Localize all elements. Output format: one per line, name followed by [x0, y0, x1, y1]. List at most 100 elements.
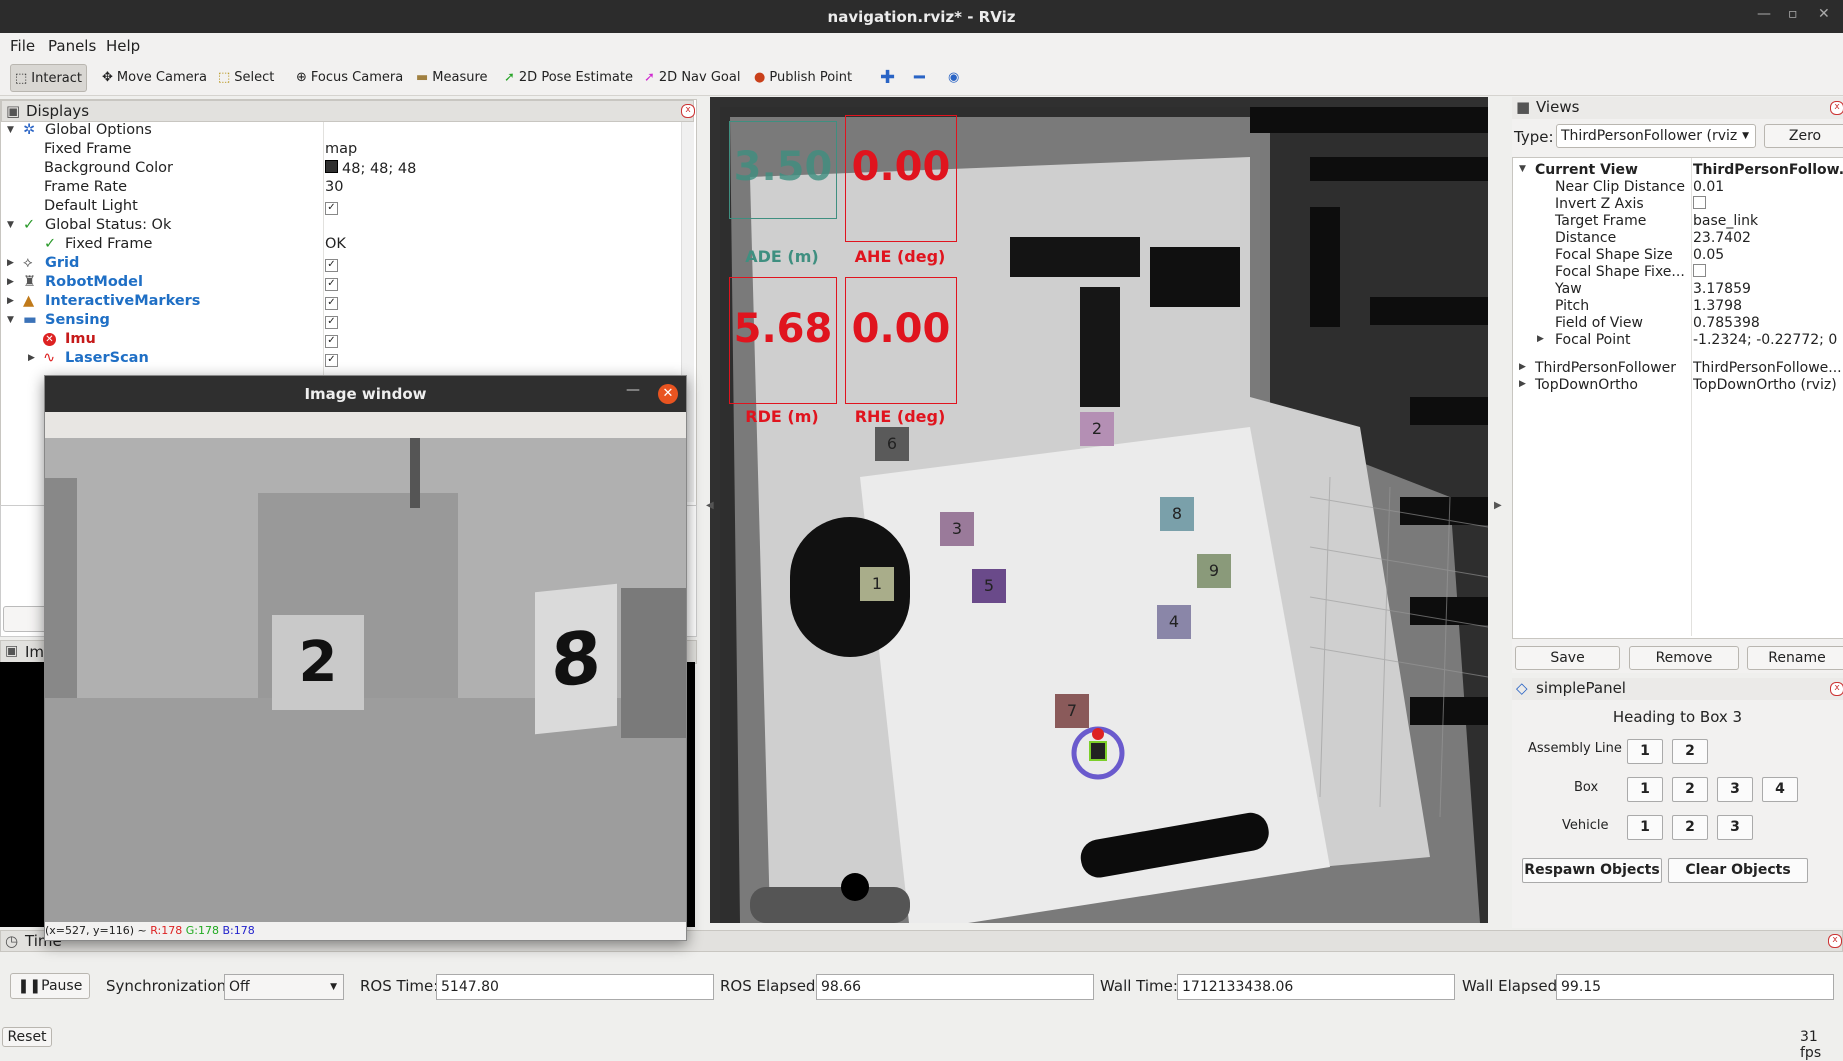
display-row-interactive-markers[interactable]: ▶ ▲ InteractiveMarkers ✓ — [1, 293, 691, 312]
display-row-grid[interactable]: ▶ ⟡ Grid ✓ — [1, 255, 691, 274]
view-property-checkbox[interactable] — [1693, 264, 1706, 277]
publish-point-button[interactable]: ● Publish Point — [750, 64, 856, 90]
clear-objects-button[interactable]: Clear Objects — [1668, 858, 1808, 883]
view-property-row[interactable]: Yaw 3.17859 — [1513, 281, 1843, 298]
interact-button[interactable]: ⬚ Interact — [10, 64, 88, 92]
assembly-line-1-button[interactable]: 1 — [1627, 739, 1663, 764]
add-tool-icon[interactable]: ✚ — [876, 64, 899, 90]
display-row-global-status[interactable]: ▼ ✓ Global Status: Ok — [1, 217, 691, 236]
reset-button[interactable]: Reset — [2, 1027, 52, 1047]
zero-button[interactable]: Zero — [1764, 124, 1843, 148]
view-property-value[interactable]: base_link — [1693, 213, 1843, 229]
sync-select[interactable]: Off ▼ — [224, 974, 344, 1000]
current-view-row[interactable]: ▼ Current View ThirdPersonFollow... — [1513, 162, 1843, 179]
view-property-row[interactable]: ▶ Focal Point -1.2324; -0.22772; 0 — [1513, 332, 1843, 349]
type-select[interactable]: ThirdPersonFollower (rviz ▼ — [1556, 124, 1756, 148]
map-box-9[interactable]: 9 — [1197, 554, 1231, 588]
view-property-row[interactable]: Focal Shape Size 0.05 — [1513, 247, 1843, 264]
select-button[interactable]: ⬚ Select — [214, 64, 278, 90]
measure-button[interactable]: ▬ Measure — [412, 64, 492, 90]
collapse-arrow-icon[interactable]: ▶ — [7, 296, 14, 306]
menu-help[interactable]: Help — [106, 37, 140, 55]
minimize-icon[interactable]: — — [1757, 6, 1771, 22]
view-property-value[interactable]: -1.2324; -0.22772; 0 — [1693, 332, 1843, 348]
eye-icon[interactable]: ◉ — [944, 64, 963, 90]
view-property-value[interactable]: 0.05 — [1693, 247, 1843, 263]
collapse-arrow-icon[interactable]: ▶ — [1519, 362, 1526, 372]
close-panel-icon[interactable]: x — [1830, 682, 1843, 696]
assembly-line-2-button[interactable]: 2 — [1672, 739, 1708, 764]
image-window-titlebar[interactable]: Image window — [45, 376, 686, 412]
map-box-1[interactable]: 1 — [860, 567, 894, 601]
display-row-status-fixed-frame[interactable]: ✓ Fixed Frame OK — [1, 236, 691, 255]
view-property-value[interactable]: 0.01 — [1693, 179, 1843, 195]
ros-time-field[interactable]: 5147.80 — [436, 974, 714, 1000]
display-row-fixed-frame[interactable]: Fixed Frame map — [1, 141, 691, 160]
focus-camera-button[interactable]: ⊕ Focus Camera — [292, 64, 407, 90]
frame-rate-value[interactable]: 30 — [325, 179, 343, 195]
display-row-imu[interactable]: ✕ Imu ✓ — [1, 331, 691, 350]
display-row-laser-scan[interactable]: ▶ ∿ LaserScan ✓ — [1, 350, 691, 369]
saved-view-row[interactable]: ▶ ThirdPersonFollower ThirdPersonFollowe… — [1513, 360, 1843, 377]
map-box-7[interactable]: 7 — [1055, 694, 1089, 728]
fixed-frame-value[interactable]: map — [325, 141, 357, 157]
expand-arrow-icon[interactable]: ▼ — [7, 220, 14, 230]
collapse-arrow-icon[interactable]: ▶ — [28, 353, 35, 363]
pause-button[interactable]: ❚❚Pause — [10, 973, 90, 999]
view-property-row[interactable]: Field of View 0.785398 — [1513, 315, 1843, 332]
view-property-value[interactable]: 3.17859 — [1693, 281, 1843, 297]
view-property-value[interactable]: 23.7402 — [1693, 230, 1843, 246]
close-icon[interactable]: ✕ — [658, 384, 678, 404]
imu-checkbox[interactable]: ✓ — [325, 335, 338, 348]
view-property-row[interactable]: Target Frame base_link — [1513, 213, 1843, 230]
display-row-frame-rate[interactable]: Frame Rate 30 — [1, 179, 691, 198]
vehicle-2-button[interactable]: 2 — [1672, 815, 1708, 840]
collapse-right-icon[interactable]: ▶ — [1494, 500, 1502, 511]
rename-button[interactable]: Rename — [1747, 646, 1843, 670]
respawn-objects-button[interactable]: Respawn Objects — [1522, 858, 1662, 883]
wall-elapsed-field[interactable]: 99.15 — [1556, 974, 1834, 1000]
map-box-2[interactable]: 2 — [1080, 412, 1114, 446]
remove-tool-icon[interactable]: ━ — [910, 64, 929, 90]
close-panel-icon[interactable]: x — [681, 104, 695, 118]
interactive-markers-checkbox[interactable]: ✓ — [325, 297, 338, 310]
saved-view-row[interactable]: ▶ TopDownOrtho TopDownOrtho (rviz) — [1513, 377, 1843, 394]
display-row-global-options[interactable]: ▼ ✲ Global Options — [1, 122, 691, 141]
grid-checkbox[interactable]: ✓ — [325, 259, 338, 272]
robot-model-checkbox[interactable]: ✓ — [325, 278, 338, 291]
image-window[interactable]: Image window — ✕ 2 8 (x=527, y=116) ~ R:… — [44, 375, 687, 941]
close-panel-icon[interactable]: x — [1830, 101, 1843, 115]
expand-arrow-icon[interactable]: ▼ — [7, 315, 14, 325]
view-property-value[interactable]: 0.785398 — [1693, 315, 1843, 331]
ros-elapsed-field[interactable]: 98.66 — [816, 974, 1094, 1000]
sensing-checkbox[interactable]: ✓ — [325, 316, 338, 329]
box-4-button[interactable]: 4 — [1762, 777, 1798, 802]
box-2-button[interactable]: 2 — [1672, 777, 1708, 802]
view-property-checkbox[interactable] — [1693, 196, 1706, 209]
default-light-checkbox[interactable]: ✓ — [325, 202, 338, 215]
map-box-5[interactable]: 5 — [972, 569, 1006, 603]
camera-image[interactable]: 2 8 — [45, 438, 686, 922]
close-panel-icon[interactable]: x — [1828, 934, 1842, 948]
remove-button[interactable]: Remove — [1629, 646, 1739, 670]
save-button[interactable]: Save — [1515, 646, 1620, 670]
nav-goal-button[interactable]: ➚ 2D Nav Goal — [640, 64, 744, 90]
box-3-button[interactable]: 3 — [1717, 777, 1753, 802]
view-property-row[interactable]: Distance 23.7402 — [1513, 230, 1843, 247]
expand-arrow-icon[interactable]: ▼ — [7, 125, 14, 135]
maximize-icon[interactable]: ▫ — [1788, 6, 1798, 22]
map-canvas[interactable] — [710, 97, 1488, 923]
display-row-background-color[interactable]: Background Color 48; 48; 48 — [1, 160, 691, 179]
collapse-left-icon[interactable]: ◀ — [706, 500, 714, 511]
collapse-arrow-icon[interactable]: ▶ — [1537, 334, 1544, 344]
menu-panels[interactable]: Panels — [48, 37, 96, 55]
display-row-sensing[interactable]: ▼ ▬ Sensing ✓ — [1, 312, 691, 331]
background-color-value[interactable]: 48; 48; 48 — [325, 160, 416, 177]
map-box-8[interactable]: 8 — [1160, 497, 1194, 531]
move-camera-button[interactable]: ✥ Move Camera — [98, 64, 211, 90]
vehicle-1-button[interactable]: 1 — [1627, 815, 1663, 840]
view-property-row[interactable]: Pitch 1.3798 — [1513, 298, 1843, 315]
map-box-6[interactable]: 6 — [875, 427, 909, 461]
vehicle-3-button[interactable]: 3 — [1717, 815, 1753, 840]
box-1-button[interactable]: 1 — [1627, 777, 1663, 802]
